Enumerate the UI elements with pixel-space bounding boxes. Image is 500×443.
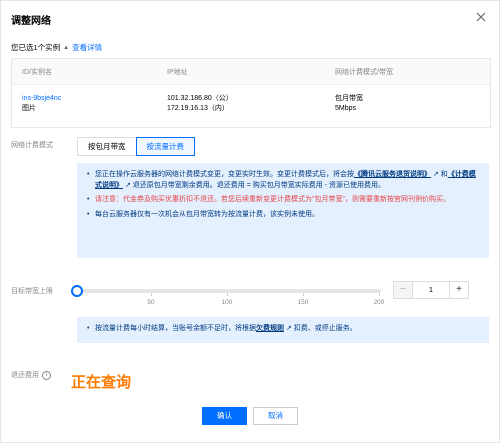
confirm-button[interactable]: 确认	[202, 407, 247, 425]
tick-label: 50	[147, 299, 155, 306]
tab-traffic-billing[interactable]: 按流量计费	[135, 137, 195, 156]
caret-up-icon[interactable]: ▲	[63, 45, 69, 51]
public-ip: 101.32.186.80（公）	[167, 95, 233, 102]
bandwidth-input[interactable]: 1	[412, 282, 450, 298]
billing-mode-label: 网络计费模式	[11, 142, 53, 149]
tick-label: 200	[373, 299, 385, 306]
notice-item-warning: 请注意：代金券及购买优惠折扣不退还。若您后续重新变更计费模式为"包月带宽"，则需…	[87, 195, 479, 206]
dialog-title: 调整网络	[11, 16, 51, 27]
info-icon[interactable]: i	[42, 370, 51, 380]
refund-status: 正在查询	[71, 374, 132, 391]
bandwidth-label: 目标带宽上限	[11, 288, 53, 295]
external-link-icon: ↗	[431, 171, 441, 178]
selection-summary: 您已选1个实例 ▲ 查看详情	[11, 42, 102, 53]
tick-label: 100	[221, 299, 233, 306]
close-icon[interactable]	[475, 11, 487, 23]
selection-count: 您已选1个实例	[11, 43, 61, 52]
private-ip: 172.19.16.13（内）	[167, 105, 229, 112]
traffic-billing-notice: 按流量计费每小时结算，当账号余额不足时，将根据欠费规则 ↗ 扣费、或停止服务。	[77, 317, 489, 343]
col-header-billing: 网络计费模式/带宽	[335, 68, 393, 76]
decrement-button[interactable]: −	[394, 282, 412, 298]
view-details-link[interactable]: 查看详情	[72, 42, 102, 53]
instance-id-link[interactable]: ins-9bsje4nc	[22, 94, 167, 104]
instance-table: ID/实例名 IP地址 网络计费模式/带宽 ins-9bsje4nc 图片 10…	[11, 58, 491, 128]
bandwidth-stepper: − 1 +	[393, 281, 469, 299]
notice-item-refund: 您正在操作云服务器的网络计费模式变更，变更实时生效。变更计费模式后，将会按《腾讯…	[87, 170, 479, 191]
dialog-footer: 确认 取消	[1, 407, 499, 425]
bandwidth-slider[interactable]: 50 100 150 200	[71, 283, 385, 309]
external-link-icon: ↗	[123, 181, 133, 189]
service-return-link[interactable]: 《腾讯云服务退货说明》	[354, 171, 431, 178]
billing-mode-selector: 按包月带宽 按流量计费	[77, 137, 195, 156]
cancel-button[interactable]: 取消	[253, 407, 298, 425]
instance-name: 图片	[22, 105, 36, 112]
tick-mark	[303, 293, 304, 296]
slider-track[interactable]	[75, 289, 381, 293]
table-header: ID/实例名 IP地址 网络计费模式/带宽	[12, 59, 490, 85]
tick-mark	[379, 293, 380, 296]
tick-mark	[227, 293, 228, 296]
refund-label: 退还费用 i	[11, 370, 51, 380]
tick-mark	[151, 293, 152, 296]
table-row: ins-9bsje4nc 图片 101.32.186.80（公） 172.19.…	[12, 85, 490, 114]
col-header-ip: IP地址	[167, 68, 188, 76]
adjust-network-dialog: 调整网络 您已选1个实例 ▲ 查看详情 ID/实例名 IP地址 网络计费模式/带…	[0, 0, 500, 443]
notice-item-once: 每台云服务器仅有一次机会从包月带宽转为按流量计费，该实例未使用。	[87, 210, 479, 221]
arrears-rule-link[interactable]: 欠费规则	[256, 325, 284, 332]
current-billing-mode: 包月带宽	[335, 95, 363, 102]
billing-notice: 您正在操作云服务器的网络计费模式变更，变更实时生效。变更计费模式后，将会按《腾讯…	[77, 163, 489, 258]
current-bandwidth: 5Mbps	[335, 105, 357, 112]
external-link-icon: ↗	[284, 325, 294, 332]
col-header-id: ID/实例名	[22, 68, 52, 76]
slider-handle[interactable]	[71, 285, 83, 297]
increment-button[interactable]: +	[450, 282, 468, 298]
tab-monthly-bandwidth[interactable]: 按包月带宽	[77, 137, 137, 156]
tick-label: 150	[297, 299, 309, 306]
